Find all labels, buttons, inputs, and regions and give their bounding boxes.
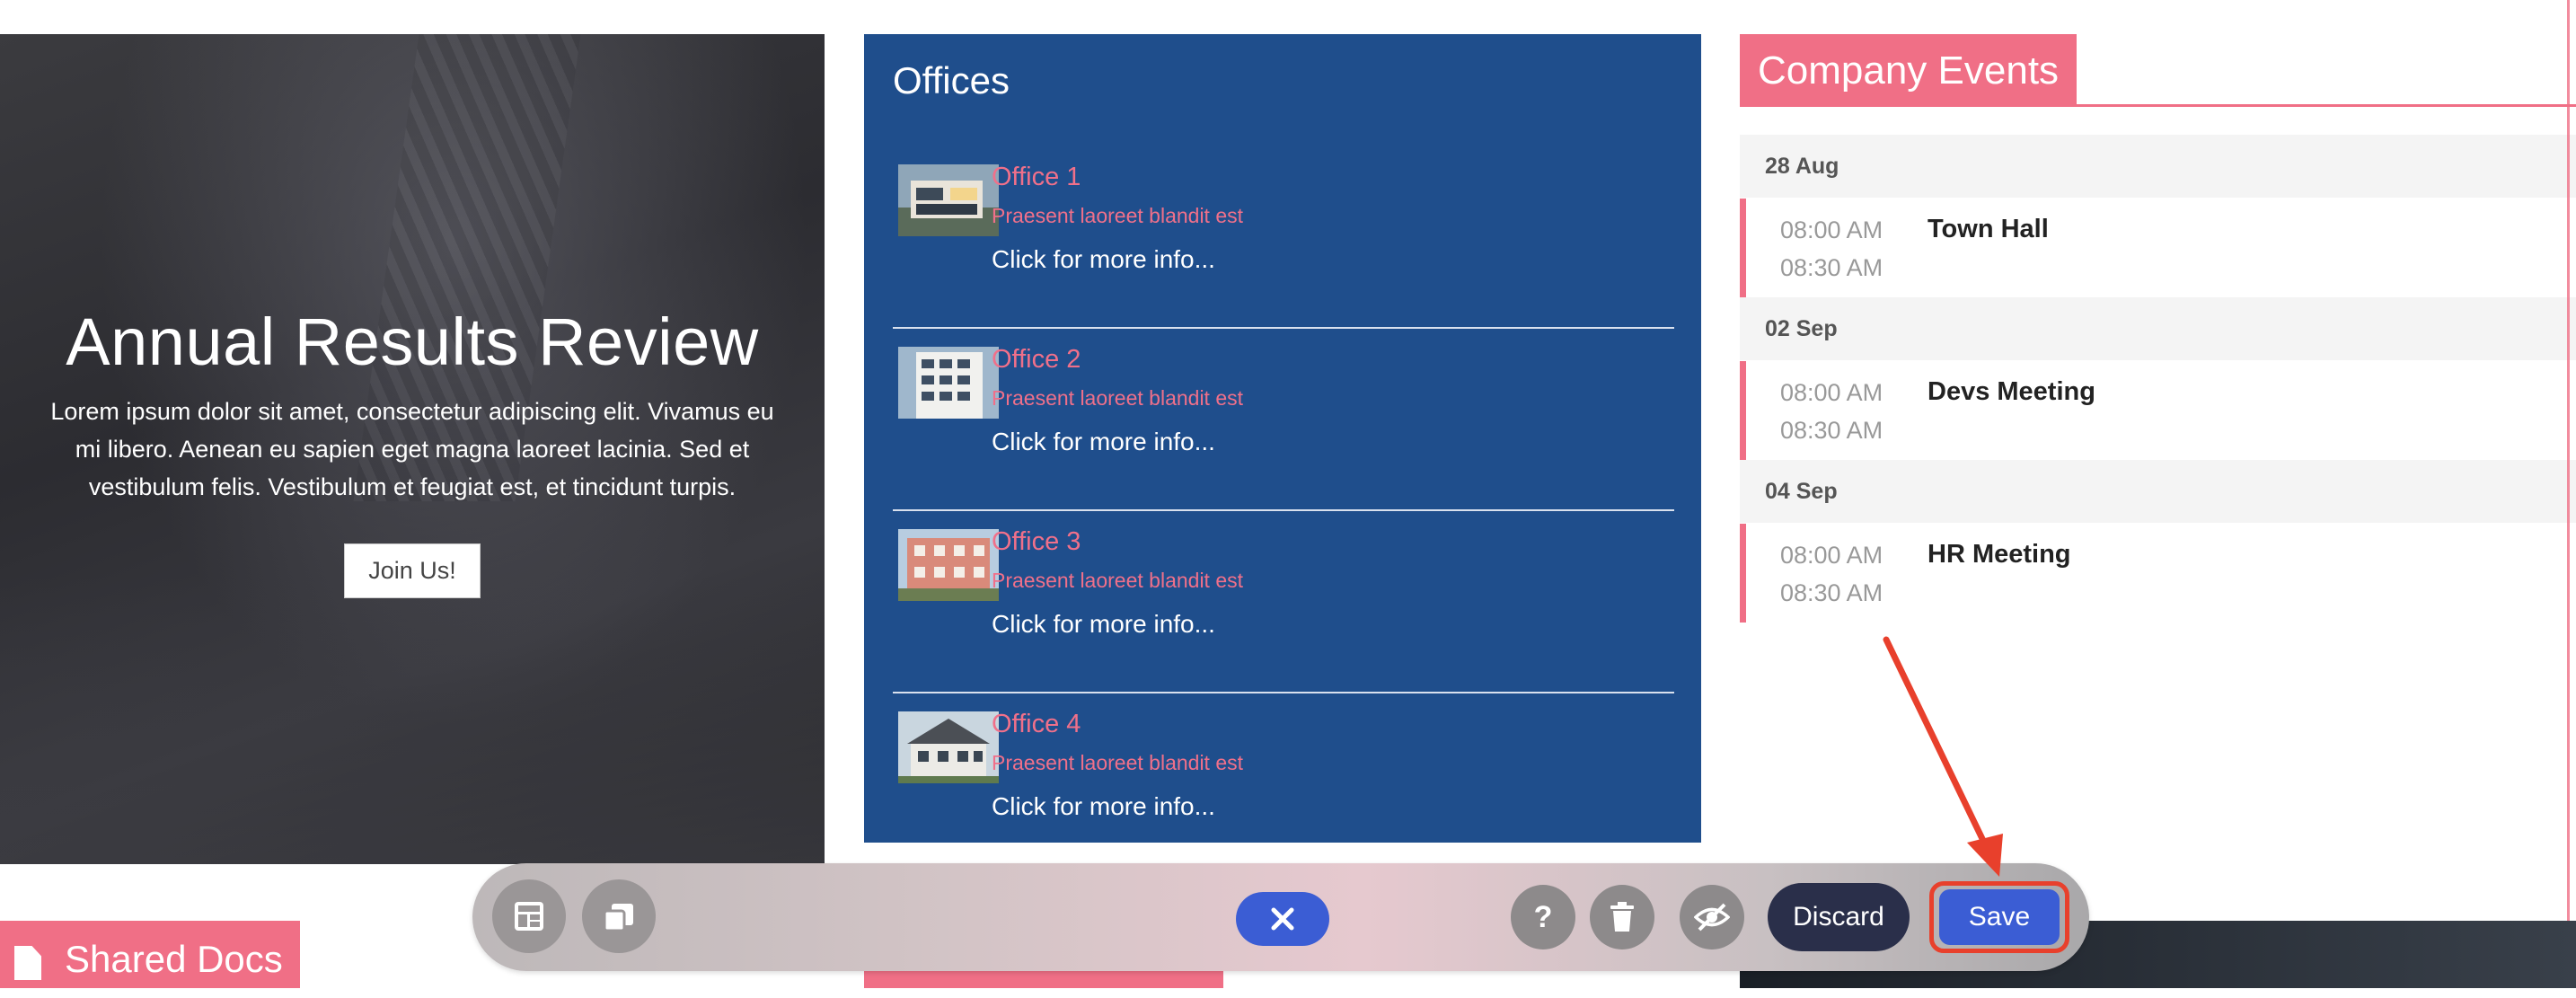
close-button[interactable] [1236, 892, 1329, 946]
event-start-time: 08:00 AM [1780, 216, 1883, 243]
hero-content: Annual Results Review Lorem ipsum dolor … [27, 304, 798, 598]
office-image [898, 164, 999, 236]
office-item[interactable]: Office 3 Praesent laoreet blandit est Cl… [893, 509, 1674, 693]
office-more-link[interactable]: Click for more info... [992, 610, 1215, 639]
offices-title: Offices [893, 59, 1010, 102]
office-image [898, 529, 999, 601]
layers-icon [603, 904, 633, 932]
event-name[interactable]: HR Meeting [1928, 540, 2071, 570]
help-button[interactable]: ? [1511, 885, 1575, 949]
office-image [898, 347, 999, 419]
office-image [898, 711, 999, 783]
discard-button[interactable]: Discard [1768, 883, 1910, 951]
office-more-link[interactable]: Click for more info... [992, 245, 1215, 274]
events-divider [1740, 104, 2576, 107]
hero-title: Annual Results Review [66, 305, 759, 379]
office-name[interactable]: Office 4 [992, 710, 1081, 739]
close-icon [1271, 907, 1294, 931]
help-icon: ? [1533, 899, 1553, 934]
offices-panel: Offices Office 1 Praesent laoreet blandi… [864, 34, 1701, 843]
office-desc: Praesent laoreet blandit est [992, 569, 1244, 592]
event-name[interactable]: Town Hall [1928, 215, 2049, 244]
save-highlight: Save [1929, 881, 2069, 953]
event-end-time: 08:30 AM [1780, 417, 1883, 444]
eye-slash-icon [1694, 903, 1730, 932]
page-edge-line [2567, 0, 2570, 921]
company-events-panel: Company Events 28 Aug 08:00 AM 08:30 AM … [1740, 34, 2576, 932]
hero-text: Lorem ipsum dolor sit amet, consectetur … [50, 398, 774, 500]
event-date: 02 Sep [1740, 297, 2576, 360]
event-end-time: 08:30 AM [1780, 579, 1883, 606]
event-name[interactable]: Devs Meeting [1928, 377, 2095, 407]
trash-icon [1610, 902, 1634, 932]
layers-button[interactable] [582, 879, 656, 953]
annotation-arrow [1883, 636, 2003, 877]
join-us-button[interactable]: Join Us! [344, 543, 481, 598]
office-name[interactable]: Office 3 [992, 527, 1081, 557]
office-item[interactable]: Office 1 Praesent laoreet blandit est Cl… [893, 145, 1674, 329]
event-end-time: 08:30 AM [1780, 254, 1883, 281]
shared-docs-label: Shared Docs [65, 938, 283, 980]
shared-docs-header: Shared Docs [0, 921, 300, 988]
event-item[interactable]: 08:00 AM 08:30 AM HR Meeting [1740, 524, 2576, 623]
office-more-link[interactable]: Click for more info... [992, 792, 1215, 821]
editor-toolbar: ? Discard Save [472, 863, 2089, 971]
event-item[interactable]: 08:00 AM 08:30 AM Town Hall [1740, 199, 2576, 297]
delete-button[interactable] [1590, 885, 1654, 949]
event-date: 04 Sep [1740, 460, 2576, 523]
layout-button[interactable] [492, 879, 566, 953]
event-start-time: 08:00 AM [1780, 542, 1883, 569]
save-button[interactable]: Save [1939, 889, 2060, 945]
office-desc: Praesent laoreet blandit est [992, 204, 1244, 227]
hero-banner: Annual Results Review Lorem ipsum dolor … [0, 34, 825, 864]
hide-button[interactable] [1680, 885, 1744, 949]
office-name[interactable]: Office 1 [992, 163, 1081, 192]
event-start-time: 08:00 AM [1780, 379, 1883, 406]
events-title: Company Events [1740, 34, 2078, 104]
office-more-link[interactable]: Click for more info... [992, 428, 1215, 456]
office-desc: Praesent laoreet blandit est [992, 386, 1244, 410]
office-name[interactable]: Office 2 [992, 345, 1081, 375]
office-desc: Praesent laoreet blandit est [992, 751, 1244, 774]
event-date: 28 Aug [1740, 135, 2576, 198]
office-item[interactable]: Office 4 Praesent laoreet blandit est Cl… [893, 692, 1674, 874]
office-item[interactable]: Office 2 Praesent laoreet blandit est Cl… [893, 327, 1674, 511]
document-icon [14, 946, 41, 980]
layout-icon [515, 902, 543, 931]
event-item[interactable]: 08:00 AM 08:30 AM Devs Meeting [1740, 361, 2576, 460]
